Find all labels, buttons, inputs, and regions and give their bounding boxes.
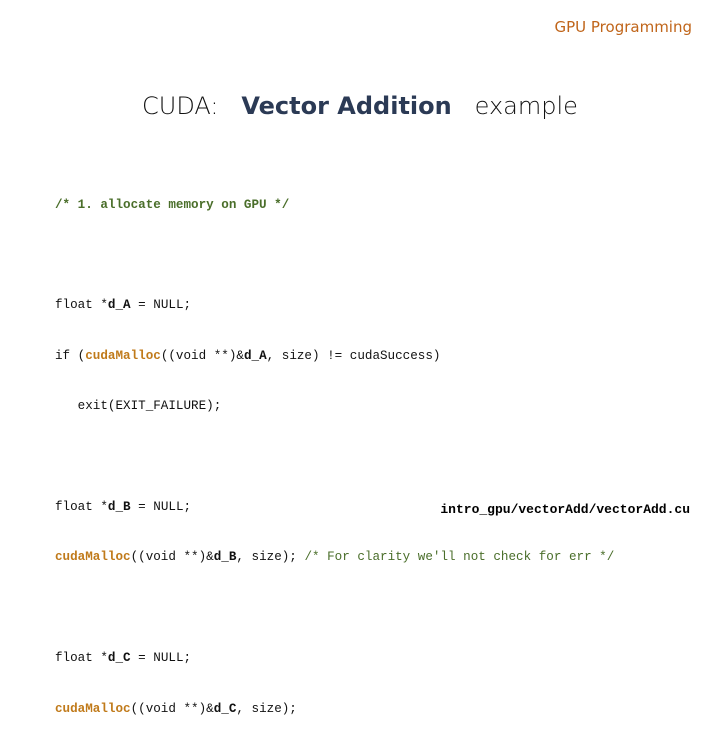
file-path: intro_gpu/vectorAdd/vectorAdd.cu: [440, 502, 690, 517]
title-prefix: CUDA:: [142, 92, 219, 120]
code-line-malloc-c: cudaMalloc((void **)&d_C, size);: [55, 701, 614, 718]
code-var: d_A: [243, 348, 267, 363]
code-var: d_B: [213, 550, 237, 565]
title-emphasis: Vector Addition: [241, 92, 452, 120]
code-line-malloc-a: if (cudaMalloc((void **)&d_A, size) != c…: [55, 348, 614, 365]
code-text: , size);: [236, 701, 297, 716]
code-var: d_A: [107, 298, 131, 313]
code-text: , size) != cudaSuccess): [266, 348, 441, 363]
code-line-decl-c: float *d_C = NULL;: [55, 650, 614, 667]
code-line-decl-a: float *d_A = NULL;: [55, 297, 614, 314]
code-text: = NULL;: [130, 651, 192, 666]
code-function: cudaMalloc: [55, 701, 131, 716]
code-text: , size);: [236, 550, 305, 565]
title-suffix: example: [474, 92, 578, 120]
code-text: float *: [55, 499, 108, 514]
code-text: ((void **)&: [130, 550, 214, 565]
code-text: = NULL;: [130, 298, 192, 313]
code-text: ((void **)&: [160, 348, 244, 363]
code-text: if (: [55, 348, 86, 363]
code-var: d_C: [213, 701, 237, 716]
code-function: cudaMalloc: [55, 550, 131, 565]
code-line-malloc-b: cudaMalloc((void **)&d_B, size); /* For …: [55, 549, 614, 566]
slide-title: CUDA: Vector Addition example: [142, 92, 578, 120]
code-var: d_B: [107, 499, 131, 514]
code-text: float *: [55, 298, 108, 313]
code-text: = NULL;: [130, 499, 192, 514]
code-comment: /* For clarity we'll not check for err *…: [304, 550, 615, 565]
code-text: ((void **)&: [130, 701, 214, 716]
code-block: /* 1. allocate memory on GPU */ float *d…: [55, 163, 614, 734]
code-text: float *: [55, 651, 108, 666]
code-comment-allocate: /* 1. allocate memory on GPU */: [55, 197, 290, 212]
code-var: d_C: [107, 651, 131, 666]
section-header: GPU Programming: [554, 18, 692, 36]
code-line-exit: exit(EXIT_FAILURE);: [55, 399, 222, 414]
code-function: cudaMalloc: [85, 348, 161, 363]
